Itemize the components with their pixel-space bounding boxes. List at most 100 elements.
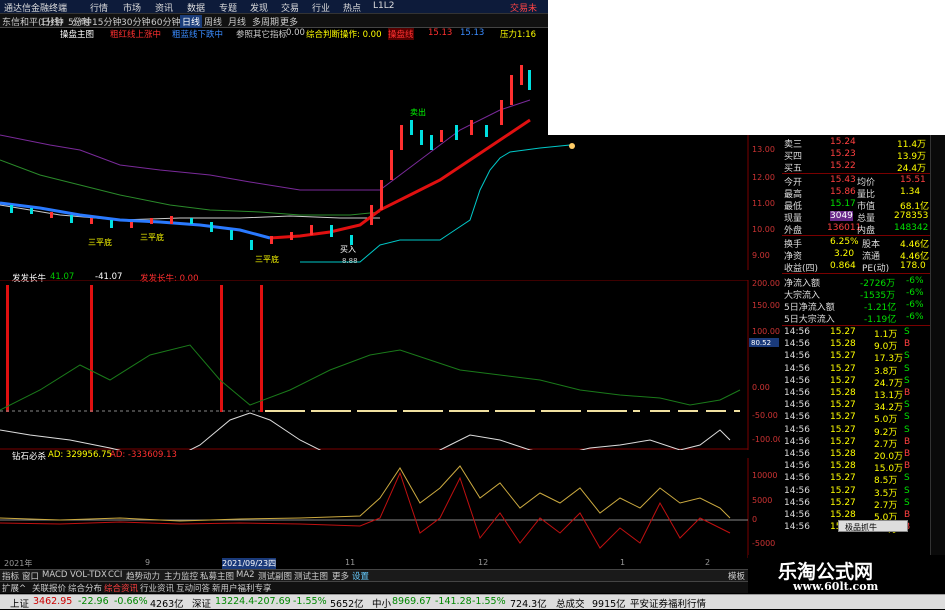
menu-item[interactable]: 专题	[219, 1, 237, 14]
main-indicator-label: 操盘主图	[60, 30, 95, 40]
tick-side: B	[904, 339, 911, 350]
tick-side: B	[904, 436, 911, 447]
flow-row: 净流入额 -2726万 -6%	[782, 276, 930, 289]
tick-side: B	[904, 510, 911, 520]
tick-price: 15.27	[830, 485, 856, 496]
tick-row: 14:56 15.28 13.1万 B	[782, 388, 930, 401]
menu-item[interactable]: 交易	[281, 1, 299, 14]
tick-side: S	[904, 363, 910, 374]
indicator-item: 粗红线上涨中	[110, 30, 162, 40]
menu-item[interactable]: 行情	[90, 1, 108, 14]
stat-value: 1.34	[900, 187, 921, 197]
tick-price: 15.28	[830, 388, 856, 398]
period-tab[interactable]: 1分钟	[40, 15, 64, 28]
period-tab[interactable]: 日线	[180, 15, 203, 28]
price-axis-label: 13.00	[752, 145, 775, 154]
axis-label: -100.00	[752, 435, 780, 444]
tick-side: B	[904, 449, 911, 459]
tick-time: 14:56	[784, 388, 810, 398]
tick-list[interactable]: 14:56 15.27 1.1万 S 14:56 15.28 9.0万 B 14:56 15.27…	[782, 327, 930, 547]
main-kline-chart[interactable]: 13.00 12.00 11.00 10.00 9.00 三平底 三平底 三平底…	[0, 40, 780, 270]
menu-item[interactable]: 行业	[312, 1, 330, 14]
tick-side: S	[904, 424, 910, 435]
stat-row: 最低 15.17 市值 68.1亿	[782, 199, 930, 212]
tab-item[interactable]: CCI	[108, 570, 122, 580]
tick-side: S	[904, 375, 910, 386]
watermark: 乐淘公式网 www.60lt.com	[748, 555, 945, 595]
popup-box[interactable]: 极品抓牛	[838, 520, 908, 532]
stat-value: 148342	[894, 223, 929, 233]
watermark-url: www.60lt.com	[793, 580, 879, 593]
tab-item[interactable]: MACD	[42, 570, 67, 580]
tick-price: 15.27	[830, 363, 856, 374]
info-tab[interactable]: 关联报价	[32, 582, 66, 594]
broker-label[interactable]: 平安证券福利行情	[630, 596, 706, 610]
stat-value: 178.0	[900, 261, 926, 271]
flow-label: 5日大宗流入	[784, 315, 835, 325]
info-tab[interactable]: 新用户福利专享	[212, 582, 272, 594]
info-tab[interactable]: 行业资讯	[140, 582, 174, 594]
period-tab[interactable]: 月线	[228, 15, 246, 28]
menu-item[interactable]: 数据	[187, 1, 205, 14]
index-change: -22.96	[78, 596, 109, 607]
period-tab[interactable]: 30分钟	[121, 15, 150, 28]
tick-time: 14:56	[784, 375, 810, 386]
stat-row: 换手 6.25% 股本 4.46亿	[782, 237, 930, 250]
period-tab[interactable]: 更多	[280, 15, 298, 28]
tick-volume: 2.7万	[874, 439, 898, 450]
index-name[interactable]: 中小	[372, 596, 391, 610]
index-name[interactable]: 深证	[192, 596, 211, 610]
menu-item[interactable]: 资讯	[155, 1, 173, 14]
tab-item[interactable]: MA2	[236, 570, 255, 580]
stat-value: 3049	[830, 211, 853, 221]
trade-label[interactable]: 交易未	[510, 1, 537, 14]
tick-price: 15.28	[830, 339, 856, 350]
pane3-chart[interactable]: 10000 5000 0 -5000	[0, 458, 780, 558]
right-toolbar[interactable]	[930, 135, 945, 580]
order-price: 15.24	[830, 137, 856, 147]
tick-row: 14:56 15.28 15.0万 B	[782, 461, 930, 474]
signal-label: 卖出	[410, 107, 426, 117]
index-amount: 4263亿	[150, 599, 184, 610]
tick-side: S	[904, 497, 910, 508]
tick-price: 15.27	[830, 473, 856, 484]
period-tab[interactable]: 60分钟	[151, 15, 180, 28]
stat-value: 15.17	[830, 199, 856, 209]
pane2-chart[interactable]: 200.00 150.00 100.00 0.00 -50.00 -100.00…	[0, 280, 780, 450]
menu-item[interactable]: L1L2	[373, 1, 394, 11]
date-label: 1	[620, 558, 626, 567]
hand-cursor-icon	[569, 143, 575, 149]
date-label: 9	[145, 558, 151, 567]
index-amount: 724.3亿	[510, 599, 547, 610]
tick-time: 14:56	[784, 327, 810, 337]
tab-item[interactable]: VOL-TDX	[70, 570, 107, 580]
menu-item[interactable]: 热点	[343, 1, 361, 14]
tick-side: S	[904, 351, 910, 362]
menu-item[interactable]: 市场	[123, 1, 141, 14]
index-name[interactable]: 上证	[10, 596, 29, 610]
stat-row: 现量 3049 总量 278353	[782, 211, 930, 224]
period-tab[interactable]: 5分钟	[68, 15, 92, 28]
indicator-item: 15.13	[460, 28, 485, 38]
tick-price: 15.27	[830, 497, 856, 508]
tick-price: 15.27	[830, 327, 856, 337]
period-tab[interactable]: 多周期	[252, 15, 279, 28]
info-tab[interactable]: 综合资讯	[104, 582, 138, 594]
date-label: 2021年	[4, 559, 33, 568]
index-change: -141.28	[435, 596, 472, 607]
tick-volume: 2.7万	[874, 500, 898, 511]
tick-row: 14:56 15.27 17.3万 S	[782, 351, 930, 364]
menu-item[interactable]: 发现	[250, 1, 268, 14]
axis-label: -5000	[752, 539, 775, 548]
period-tab[interactable]: 15分钟	[92, 15, 121, 28]
total-label: 总成交	[556, 599, 585, 610]
tick-price: 15.27	[830, 351, 856, 362]
order-price: 15.22	[830, 161, 856, 171]
tick-volume: 9.0万	[874, 342, 898, 353]
stat-value: 278353	[894, 211, 929, 221]
info-tab[interactable]: 综合分布	[68, 582, 102, 594]
info-tab[interactable]: 互动问答	[176, 582, 210, 594]
tick-row: 14:56 15.27 9.2万 S	[782, 424, 930, 438]
info-tab[interactable]: 扩展^	[2, 582, 26, 594]
period-tab[interactable]: 周线	[204, 15, 222, 28]
